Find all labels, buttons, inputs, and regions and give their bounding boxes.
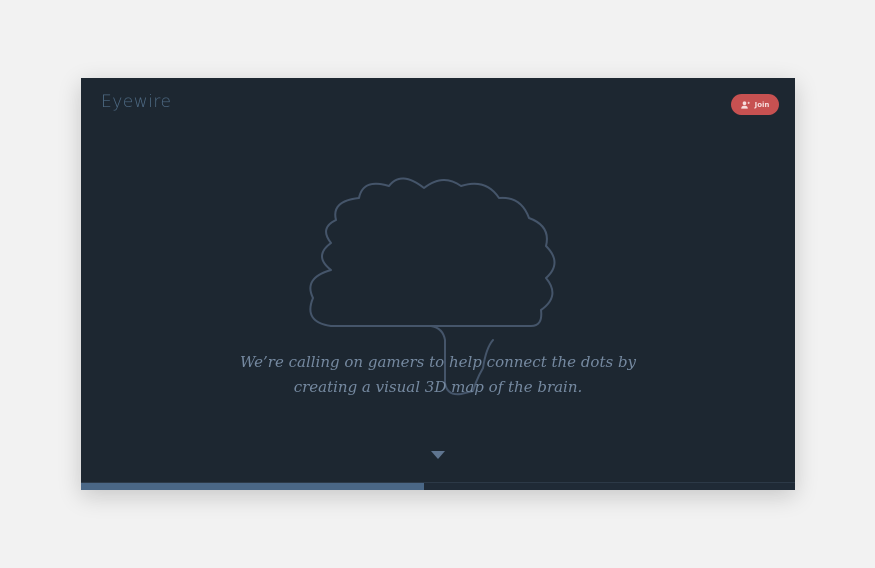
triangle-down-icon[interactable] <box>431 451 445 459</box>
progress-fill <box>81 483 424 490</box>
eyewire-logo[interactable]: Eyewire <box>101 92 171 112</box>
brain-outline-icon <box>309 177 556 396</box>
tagline-line-2: creating a visual 3D map of the brain. <box>293 378 583 396</box>
join-label: Join <box>754 100 770 109</box>
hero-tagline: We’re calling on gamers to help connect … <box>81 350 795 400</box>
progress-bar <box>81 482 795 490</box>
join-button[interactable]: Join <box>731 94 779 115</box>
add-user-icon <box>740 100 750 109</box>
tagline-line-1: We’re calling on gamers to help connect … <box>239 353 637 371</box>
app-window: Eyewire Join We’re calling on gamers to … <box>81 78 795 490</box>
